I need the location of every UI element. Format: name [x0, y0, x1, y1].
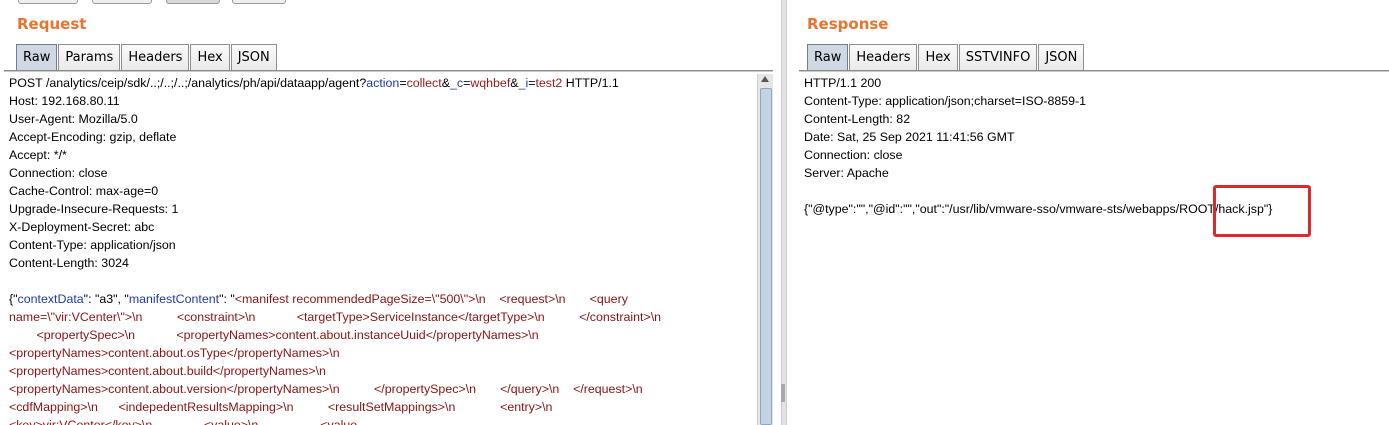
- request-vertical-scrollbar[interactable]: [757, 74, 773, 425]
- request-tab-raw[interactable]: Raw: [16, 44, 58, 70]
- response-header-date: Date: Sat, 25 Sep 2021 11:41:56 GMT: [804, 130, 1015, 144]
- header-content-length: Content-Length: 3024: [9, 256, 129, 270]
- divider-grip-handle[interactable]: [781, 384, 785, 402]
- header-cache-control: Cache-Control: max-age=0: [9, 184, 159, 198]
- scroll-up-arrow-icon[interactable]: [761, 76, 769, 82]
- request-line: POST /analytics/ceip/sdk/..;/..;/..;/ana…: [9, 76, 619, 90]
- header-accept-encoding: Accept-Encoding: gzip, deflate: [9, 130, 177, 144]
- header-content-type: Content-Type: application/json: [9, 238, 176, 252]
- scrollbar-thumb[interactable]: [760, 88, 772, 425]
- body-line-1: {"contextData": "a3", "manifestContent":…: [9, 292, 628, 306]
- header-host: Host: 192.168.80.11: [9, 94, 120, 108]
- header-upgrade-insecure: Upgrade-Insecure-Requests: 1: [9, 202, 179, 216]
- body-line-6: <propertyNames>content.about.version</pr…: [9, 382, 643, 396]
- response-header-content-type: Content-Type: application/json;charset=I…: [804, 94, 1087, 108]
- request-tab-hex[interactable]: Hex: [190, 44, 230, 70]
- request-editor[interactable]: POST /analytics/ceip/sdk/..;/..;/..;/ana…: [4, 74, 756, 425]
- response-tab-hex[interactable]: Hex: [918, 44, 958, 70]
- response-tabbar: Raw Headers Hex SSTVINFO JSON: [807, 44, 1085, 70]
- pane-divider[interactable]: [781, 0, 787, 425]
- response-tab-json[interactable]: JSON: [1038, 44, 1085, 70]
- request-tab-headers[interactable]: Headers: [121, 44, 190, 70]
- body-line-7: <cdfMapping>\n <indepedentResultsMapping…: [9, 400, 553, 414]
- body-line-3: <propertySpec>\n <propertyNames>content.…: [9, 328, 539, 342]
- request-title: Request: [17, 15, 87, 33]
- request-tab-underline: [4, 70, 773, 72]
- request-tab-json[interactable]: JSON: [230, 44, 277, 70]
- response-tab-underline: [799, 70, 1389, 72]
- response-title: Response: [807, 15, 889, 33]
- header-connection: Connection: close: [9, 166, 108, 180]
- response-status-line: HTTP/1.1 200: [804, 76, 882, 90]
- request-tab-params[interactable]: Params: [58, 44, 121, 70]
- request-pane: Request Raw Params Headers Hex JSON POST…: [0, 0, 773, 425]
- response-header-connection: Connection: close: [804, 148, 903, 162]
- body-line-2: name=\"vir:VCenter\">\n <constraint>\n <…: [9, 310, 662, 324]
- header-accept: Accept: */*: [9, 148, 67, 162]
- response-editor[interactable]: HTTP/1.1 200 Content-Type: application/j…: [799, 74, 1389, 425]
- response-tab-raw[interactable]: Raw: [807, 44, 849, 70]
- highlight-annotation-box: [1213, 185, 1311, 237]
- response-tab-sstvinfo[interactable]: SSTVINFO: [958, 44, 1038, 70]
- response-header-server: Server: Apache: [804, 166, 889, 180]
- response-header-content-length: Content-Length: 82: [804, 112, 911, 126]
- header-deployment-secret: X-Deployment-Secret: abc: [9, 220, 155, 234]
- body-line-8: <key>vir:VCenter</key>\n <value>\n <valu…: [9, 418, 358, 425]
- body-line-4: <propertyNames>content.about.osType</pro…: [9, 346, 340, 360]
- header-user-agent: User-Agent: Mozilla/5.0: [9, 112, 138, 126]
- request-tabbar: Raw Params Headers Hex JSON: [16, 44, 278, 70]
- response-tab-headers[interactable]: Headers: [849, 44, 918, 70]
- body-line-5: <propertyNames>content.about.build</prop…: [9, 364, 326, 378]
